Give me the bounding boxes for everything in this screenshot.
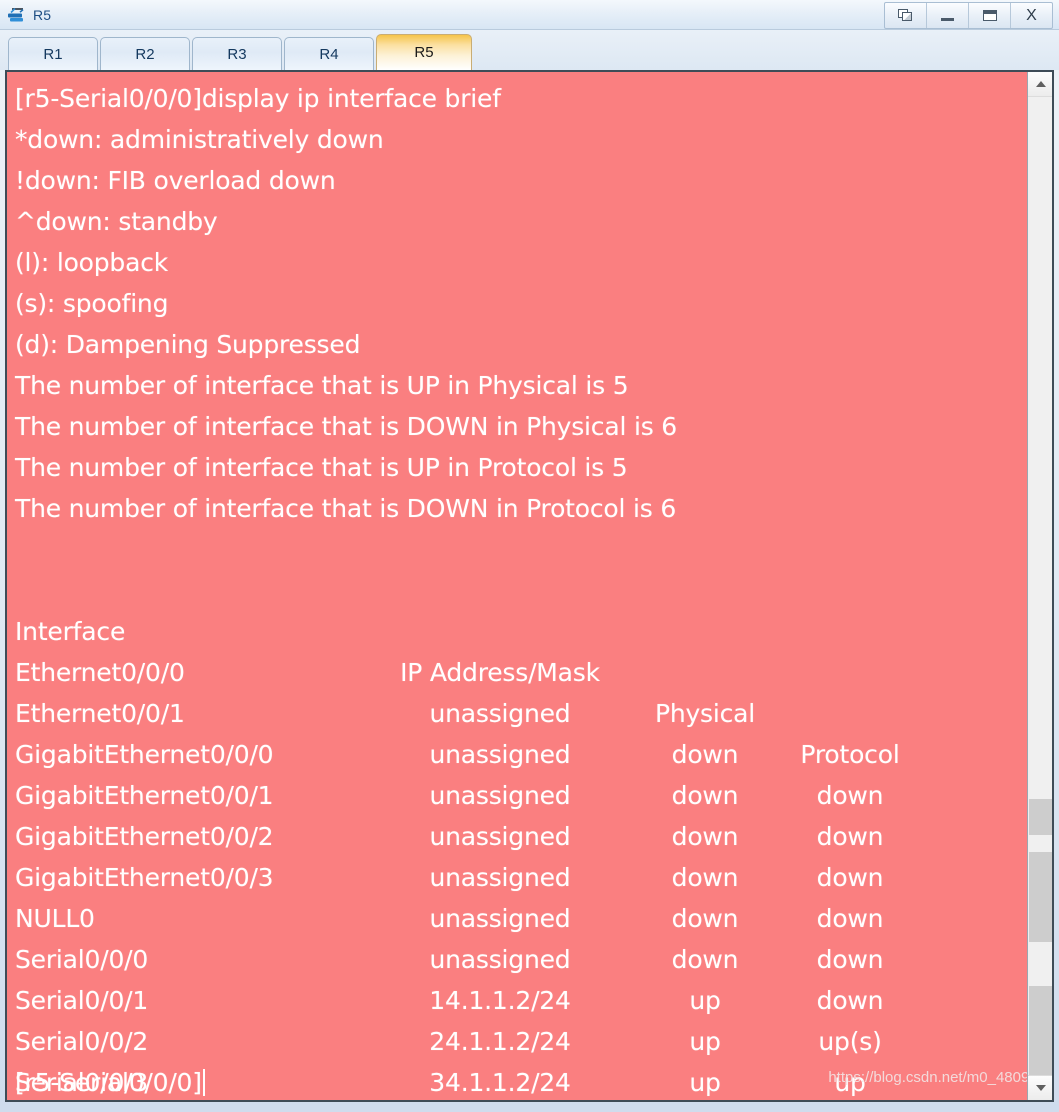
text-cursor (202, 1069, 205, 1096)
tab-label: R3 (227, 45, 247, 63)
restore-button[interactable] (885, 3, 927, 28)
legend-line: *down: administratively down (15, 125, 384, 154)
table-row: Serial0/0/1 24.1.1.2/24 up up (15, 939, 1027, 1097)
scrollbar-thumb[interactable] (1029, 986, 1052, 1081)
table-row: Ethernet0/0/0 unassigned down down (15, 611, 1027, 810)
legend-line: !down: FIB overload down (15, 166, 336, 195)
chevron-up-icon (1035, 81, 1046, 87)
counter-line: The number of interface that is UP in Pr… (15, 453, 628, 482)
chevron-down-icon (1035, 1085, 1046, 1091)
minimize-button[interactable] (927, 3, 969, 28)
legend-line: (l): loopback (15, 248, 169, 277)
scroll-up-button[interactable] (1028, 72, 1052, 97)
restore-icon (898, 9, 913, 22)
cell-physical: up (689, 1068, 721, 1097)
tab-r2[interactable]: R2 (100, 37, 190, 70)
counter-line: The number of interface that is DOWN in … (15, 412, 677, 441)
table-row: GigabitEthernet0/0/0 unassigned down dow… (15, 693, 1027, 892)
window-controls: X (884, 2, 1053, 29)
table-row: Serial0/0/0 14.1.1.2/24 up up (15, 898, 1027, 1097)
window-title: R5 (33, 6, 52, 23)
table-row: GigabitEthernet0/0/2 unassigned down dow… (15, 775, 1027, 974)
counter-line: The number of interface that is DOWN in … (15, 494, 677, 523)
tab-label: R1 (43, 45, 63, 63)
scroll-down-button[interactable] (1028, 1075, 1052, 1100)
table-row: Serial0/0/3 44.1.1.2/24 up up (15, 1021, 1027, 1097)
tab-r3[interactable]: R3 (192, 37, 282, 70)
table-header-row: Interface IP Address/Mask Physical Proto… (15, 570, 1027, 769)
table-row: Ethernet0/0/1 unassigned down down (15, 652, 1027, 851)
table-row: Serial0/0/2 34.1.1.2/24 up up (15, 980, 1027, 1097)
command-line: [r5-Serial0/0/0]display ip interface bri… (15, 84, 501, 113)
cell-ip: 34.1.1.2/24 (429, 1068, 571, 1097)
legend-line: (s): spoofing (15, 289, 169, 318)
scrollbar-thumb[interactable] (1029, 852, 1052, 942)
legend-line: (d): Dampening Suppressed (15, 330, 361, 359)
tab-r4[interactable]: R4 (284, 37, 374, 70)
tab-strip: R1 R2 R3 R4 R5 (0, 30, 1059, 70)
title-bar: R5 X (0, 0, 1059, 30)
minimize-icon (941, 18, 954, 21)
scrollbar-thumb[interactable] (1029, 799, 1052, 835)
maximize-icon (982, 10, 997, 21)
legend-line: ^down: standby (15, 207, 218, 236)
tab-r5[interactable]: R5 (376, 34, 472, 70)
table-row: GigabitEthernet0/0/3 unassigned down dow… (15, 816, 1027, 1015)
close-icon: X (1026, 6, 1037, 24)
router-icon (7, 6, 27, 24)
counter-line: The number of interface that is UP in Ph… (15, 371, 629, 400)
maximize-button[interactable] (969, 3, 1011, 28)
tab-r1[interactable]: R1 (8, 37, 98, 70)
table-row: GigabitEthernet0/0/1 unassigned down dow… (15, 734, 1027, 933)
title-bar-left: R5 (0, 6, 51, 24)
vertical-scrollbar[interactable] (1027, 72, 1052, 1100)
tab-label: R2 (135, 45, 155, 63)
tab-label: R4 (319, 45, 339, 63)
close-button[interactable]: X (1011, 3, 1052, 28)
cell-interface: Serial0/0/3 (15, 1068, 149, 1097)
terminal-window: R5 X R1 R2 R3 R4 R5 [r5-Serial0/0/0]disp… (0, 0, 1059, 1112)
terminal-frame: [r5-Serial0/0/0]display ip interface bri… (5, 70, 1054, 1102)
table-row: NULL0 unassigned up up(s) (15, 857, 1027, 1056)
tab-label: R5 (414, 44, 434, 61)
cell-protocol: up (834, 1068, 866, 1097)
terminal-output[interactable]: [r5-Serial0/0/0]display ip interface bri… (7, 72, 1027, 1100)
